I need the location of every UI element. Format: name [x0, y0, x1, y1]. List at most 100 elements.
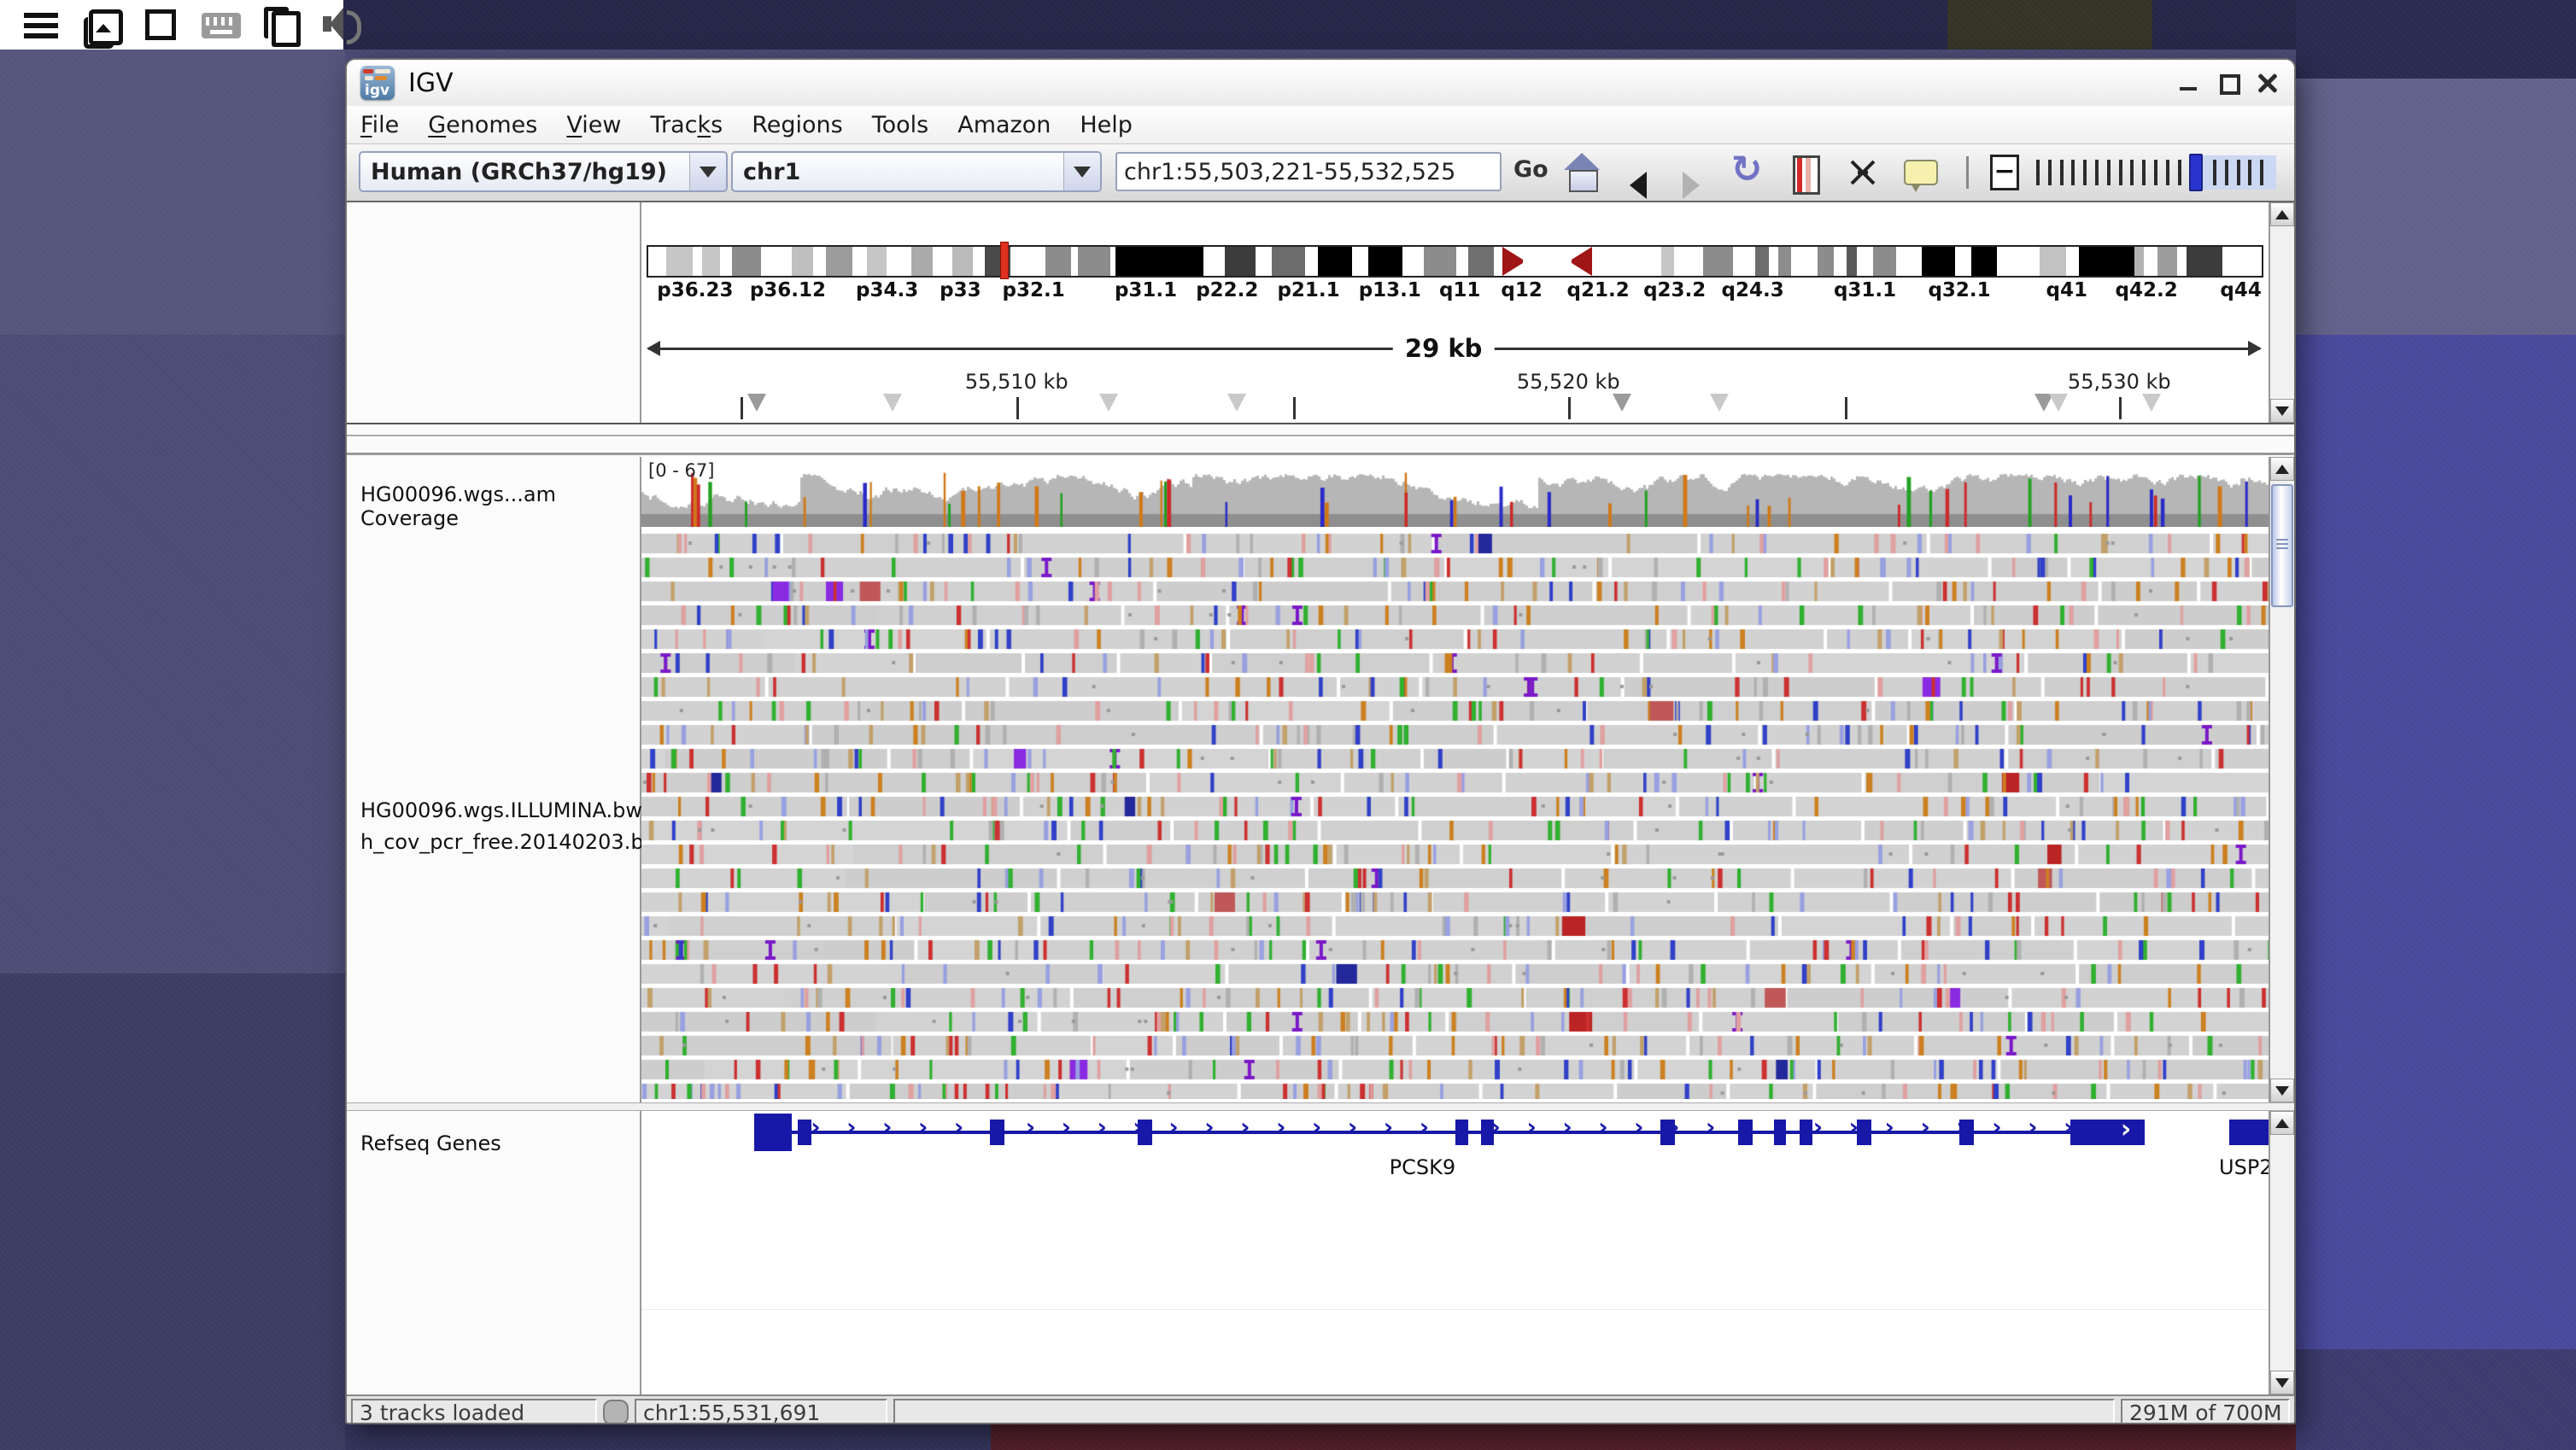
menu-item-tracks[interactable]: Tracks — [650, 112, 723, 138]
bg-top-strip — [0, 0, 2576, 50]
chevron-down-icon[interactable] — [689, 153, 726, 190]
roi-marker-icon[interactable] — [747, 394, 766, 412]
cytoband-label: q23.2 — [1643, 279, 1706, 301]
locus-scrollbar[interactable] — [2269, 202, 2294, 423]
home-icon[interactable] — [1563, 153, 1602, 192]
roi-marker-icon[interactable] — [1613, 394, 1631, 412]
alignment-reads[interactable] — [641, 532, 2269, 1099]
gene-exon[interactable] — [1481, 1120, 1494, 1145]
gene-track-name[interactable]: Refseq Genes — [360, 1131, 501, 1155]
igv-window: igv IGV File Genomes View Tracks Regions Tool… — [345, 58, 2296, 1424]
scroll-up-icon[interactable] — [2270, 457, 2294, 481]
genome-select-value: Human (GRCh37/hg19) — [360, 159, 689, 185]
menu-icon[interactable] — [22, 6, 60, 44]
menu-item-genomes[interactable]: Genomes — [428, 112, 537, 138]
gene-exon[interactable] — [798, 1120, 811, 1145]
zoom-slider-tick — [2213, 160, 2216, 185]
tooltip-icon[interactable] — [1900, 153, 1939, 192]
gene-exon[interactable] — [1800, 1120, 1812, 1145]
refresh-icon[interactable]: ↻ — [1727, 151, 1766, 190]
gene-name-label[interactable]: USP2 — [2219, 1155, 2269, 1179]
copy-icon[interactable] — [261, 6, 299, 44]
title-bar[interactable]: igv IGV — [347, 60, 2294, 106]
back-icon[interactable] — [1626, 153, 1652, 192]
cytoband-label: p22.2 — [1196, 279, 1258, 301]
locus-panel: 29 kb p36.23p36.12p34.3p33p32.1p31.1p22.… — [347, 202, 2294, 424]
scroll-down-icon[interactable] — [2270, 1079, 2294, 1102]
toolbar: Human (GRCh37/hg19) chr1 Go ↻ — [347, 144, 2294, 202]
locus-track-area[interactable]: 29 kb p36.23p36.12p34.3p33p32.1p31.1p22.… — [641, 202, 2269, 423]
menu-item-file[interactable]: File — [360, 112, 399, 138]
strand-chevron-icon: › — [1813, 1113, 1824, 1141]
menu-item-amazon[interactable]: Amazon — [957, 112, 1051, 138]
alignment-track-name[interactable]: HG00096.wgs.ILLUMINA.bwa.G h_cov_pcr_fre… — [360, 795, 677, 858]
go-button[interactable]: Go — [1513, 156, 1549, 183]
alignment-track-area[interactable]: [0 - 67] — [641, 457, 2269, 1102]
chromosome-ideogram[interactable] — [647, 245, 2263, 278]
scroll-up-icon[interactable] — [2270, 202, 2294, 226]
panel-splitter[interactable] — [347, 1102, 2294, 1111]
gene-name-label[interactable]: PCSK9 — [1390, 1155, 1455, 1179]
panel-splitter[interactable] — [347, 424, 2294, 457]
volume-icon[interactable] — [321, 6, 359, 44]
gene-exon[interactable] — [1738, 1120, 1753, 1145]
region-icon[interactable] — [1785, 153, 1824, 192]
memory-status: 291M of 700M — [2121, 1399, 2290, 1424]
roi-marker-icon[interactable] — [2142, 394, 2161, 412]
gene-exon[interactable] — [1774, 1120, 1786, 1145]
menu-item-tools[interactable]: Tools — [872, 112, 929, 138]
coverage-range-label: [0 - 67] — [648, 460, 714, 481]
locus-input[interactable] — [1115, 152, 1502, 191]
bg-right-blue — [2296, 335, 2576, 1349]
cytoband — [1922, 247, 1954, 276]
zoom-slider-thumb[interactable] — [2189, 154, 2203, 191]
scrollbar-thumb[interactable] — [2271, 484, 2293, 607]
zoom-out-button[interactable]: − — [1990, 155, 2019, 190]
roi-marker-icon[interactable] — [883, 394, 902, 412]
gene-name-column: Refseq Genes — [347, 1111, 641, 1394]
zoom-slider[interactable] — [2031, 153, 2294, 192]
cytoband — [1997, 247, 2040, 276]
coverage-track-name[interactable]: HG00096.wgs...am Coverage — [360, 482, 640, 530]
forward-icon[interactable] — [1679, 153, 1705, 192]
maximize-button[interactable] — [2217, 72, 2239, 94]
cytoband — [1256, 247, 1272, 276]
gene-exon[interactable] — [1138, 1120, 1152, 1145]
genome-select[interactable]: Human (GRCh37/hg19) — [359, 151, 728, 192]
cytoband — [2144, 247, 2157, 276]
alignment-panel: HG00096.wgs...am Coverage HG00096.wgs.IL… — [347, 457, 2294, 1102]
roi-marker-icon[interactable] — [1227, 394, 1246, 412]
gene-exon[interactable] — [754, 1114, 792, 1151]
fit-window-icon[interactable] — [1843, 153, 1882, 192]
scroll-down-icon[interactable] — [2270, 399, 2294, 423]
gene-exon[interactable] — [2229, 1120, 2269, 1145]
keyboard-icon[interactable] — [202, 6, 239, 44]
gene-exon[interactable] — [1660, 1120, 1675, 1145]
alignment-scrollbar[interactable] — [2269, 457, 2294, 1102]
minimize-button[interactable] — [2178, 72, 2200, 94]
gene-exon[interactable] — [1857, 1120, 1871, 1145]
coverage-histogram[interactable] — [641, 465, 2269, 527]
centromere-left — [1502, 247, 1548, 276]
close-button[interactable] — [2257, 72, 2279, 94]
menu-item-regions[interactable]: Regions — [752, 112, 843, 138]
roi-marker-icon[interactable] — [1099, 394, 1118, 412]
screenshot-icon[interactable] — [82, 6, 120, 44]
roi-marker-icon[interactable] — [2049, 394, 2068, 412]
gene-exon[interactable] — [990, 1120, 1004, 1145]
gene-exon[interactable] — [2070, 1120, 2146, 1145]
cytoband — [973, 247, 984, 276]
scroll-down-icon[interactable] — [2270, 1371, 2294, 1394]
roi-marker-icon[interactable] — [1710, 394, 1729, 412]
cytoband — [2079, 247, 2134, 276]
chevron-down-icon[interactable] — [1063, 153, 1100, 190]
menu-item-help[interactable]: Help — [1080, 112, 1133, 138]
gene-track-area[interactable]: ›››››››››››››››››››››››››››››››››››››PCS… — [641, 1111, 2269, 1394]
chromosome-select[interactable]: chr1 — [731, 151, 1102, 192]
fullscreen-icon[interactable] — [142, 6, 179, 44]
gene-exon[interactable] — [1455, 1120, 1468, 1145]
gene-exon[interactable] — [1959, 1120, 1974, 1145]
gene-scrollbar[interactable] — [2269, 1111, 2294, 1394]
menu-item-view[interactable]: View — [566, 112, 621, 138]
scroll-up-icon[interactable] — [2270, 1111, 2294, 1135]
